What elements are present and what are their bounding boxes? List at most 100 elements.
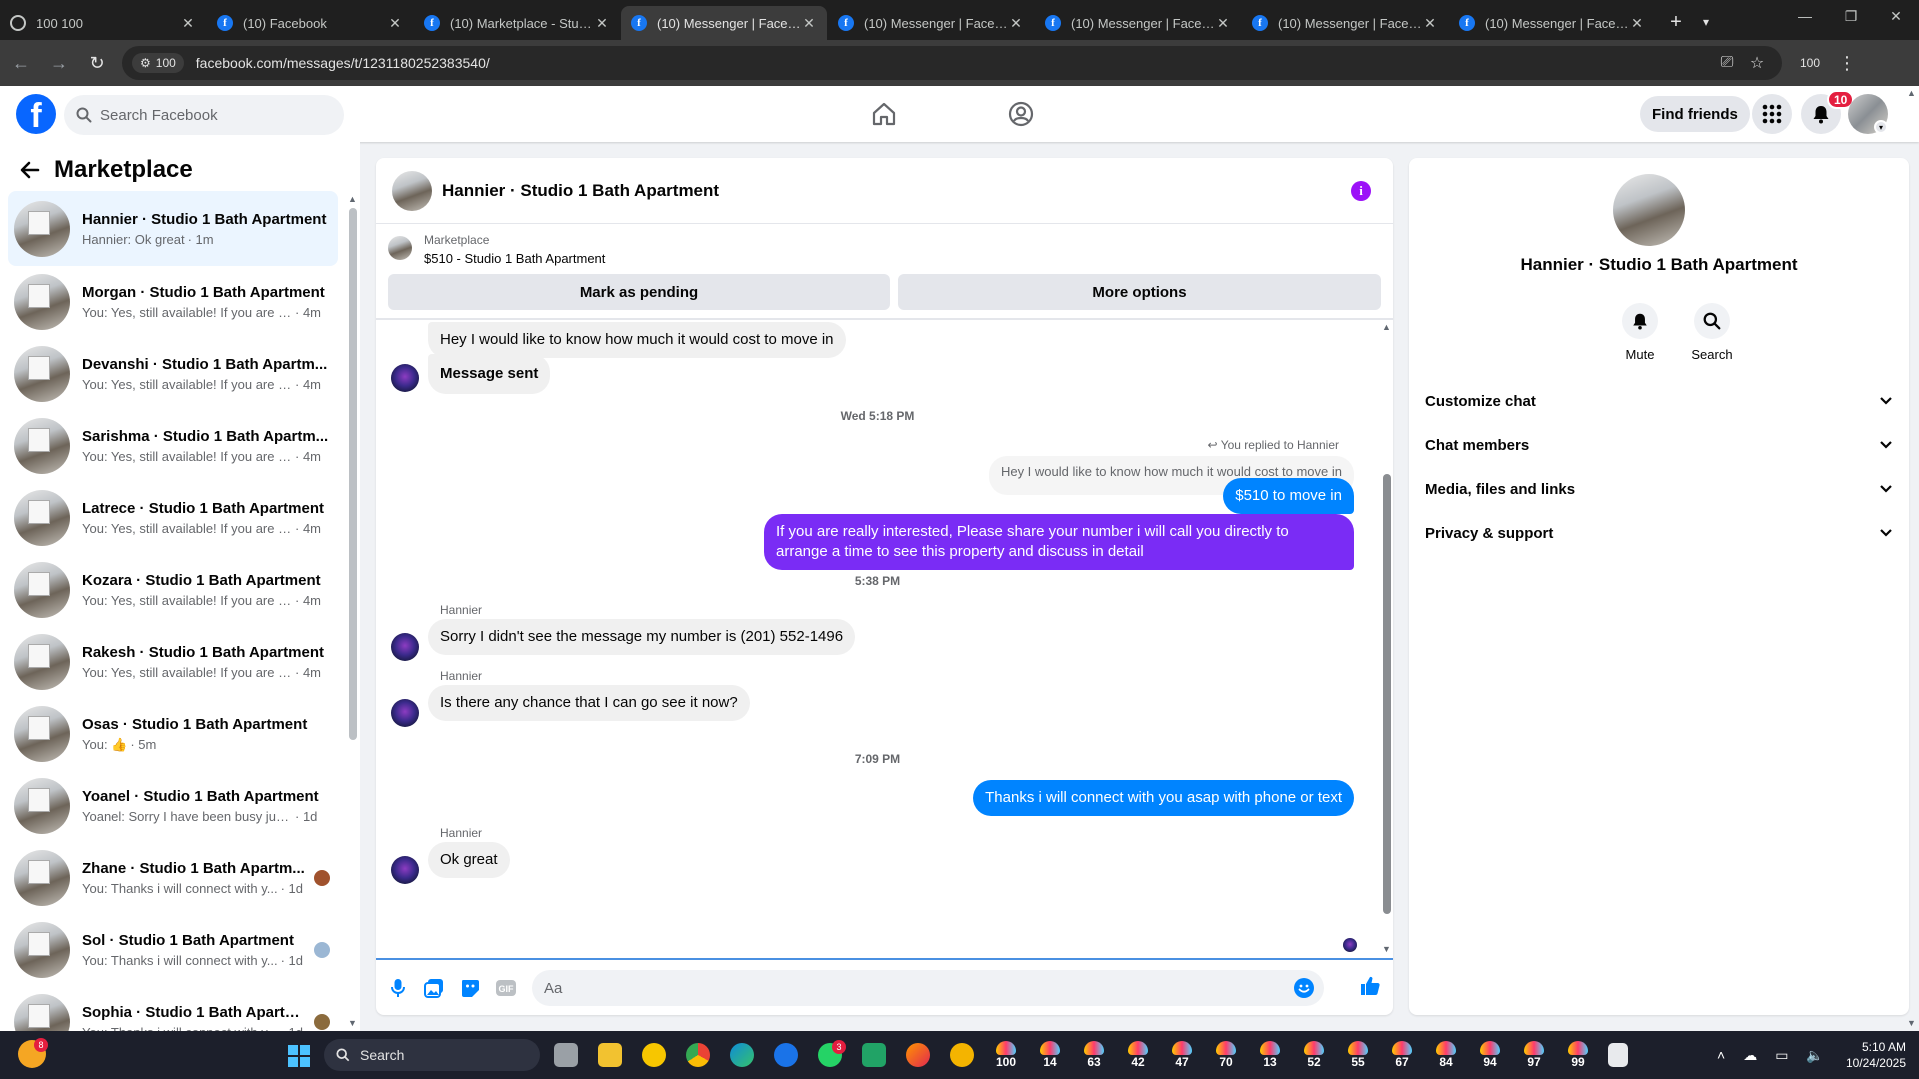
browser-tab[interactable]: 100 100 ✕: [0, 6, 206, 40]
search-input[interactable]: [100, 106, 320, 124]
app-icon[interactable]: [642, 1043, 666, 1067]
microphone-icon[interactable]: [386, 976, 410, 1000]
conversation-item[interactable]: Devanshi · Studio 1 Bath Apartm... You: Y…: [8, 338, 338, 410]
install-app-icon[interactable]: ⎚: [1712, 54, 1742, 72]
taskbar-search[interactable]: Search: [324, 1039, 540, 1071]
more-options-button[interactable]: More options: [898, 274, 1381, 310]
address-bar[interactable]: ⚙ 100 facebook.com/messages/t/12311802523…: [122, 46, 1782, 80]
conversation-item[interactable]: Osas · Studio 1 Bath Apartment You: 👍 · 5m: [8, 698, 338, 770]
firefox-icon[interactable]: [906, 1043, 930, 1067]
contact-avatar[interactable]: [391, 856, 419, 884]
minimize-icon[interactable]: —: [1782, 8, 1828, 24]
browser-tab-active[interactable]: f (10) Messenger | Facebook ✕: [621, 6, 827, 40]
menu-grid-icon[interactable]: [1752, 94, 1792, 134]
zoom-level[interactable]: 100: [1800, 56, 1820, 70]
media-files-links-section[interactable]: Media, files and links: [1425, 467, 1893, 511]
browser-menu-icon[interactable]: ⋮: [1838, 53, 1856, 74]
friends-icon[interactable]: [1003, 96, 1039, 132]
facebook-logo[interactable]: f: [16, 94, 56, 134]
browser-tab[interactable]: f (10) Marketplace - Studio ✕: [414, 6, 620, 40]
close-window-icon[interactable]: ✕: [1873, 8, 1919, 25]
bookmark-star-icon[interactable]: ☆: [1742, 53, 1772, 73]
edge-icon[interactable]: [730, 1043, 754, 1067]
taskbar-counter-icon[interactable]: 99: [1564, 1041, 1592, 1069]
conversation-item[interactable]: Yoanel · Studio 1 Bath Apartment Yoanel: …: [8, 770, 338, 842]
volume-icon[interactable]: 🔈: [1806, 1047, 1823, 1064]
taskbar-clock[interactable]: 5:10 AM 10/24/2025: [1832, 1039, 1906, 1071]
sidebar-scrollbar[interactable]: [349, 208, 357, 740]
browser-tab[interactable]: f (10) Messenger | Facebook ✕: [828, 6, 1034, 40]
chat-members-section[interactable]: Chat members: [1425, 423, 1893, 467]
scroll-down-arrow[interactable]: ▼: [348, 1018, 357, 1028]
chrome-icon[interactable]: [686, 1043, 710, 1067]
restore-icon[interactable]: ❐: [1828, 8, 1874, 25]
search-conversation-button[interactable]: Search: [1682, 303, 1742, 362]
close-icon[interactable]: ✕: [387, 15, 403, 32]
taskbar-counter-icon[interactable]: 63: [1080, 1041, 1108, 1069]
network-icon[interactable]: ▭: [1775, 1047, 1788, 1064]
close-icon[interactable]: ✕: [1215, 15, 1231, 32]
chat-title[interactable]: Hannier · Studio 1 Bath Apartment: [442, 181, 719, 201]
close-icon[interactable]: ✕: [1422, 15, 1438, 32]
taskbar-counter-icon[interactable]: 97: [1520, 1041, 1548, 1069]
contact-avatar[interactable]: [391, 699, 419, 727]
reload-button[interactable]: ↻: [80, 46, 114, 80]
page-scroll-up-arrow[interactable]: ▲: [1907, 88, 1916, 98]
conversation-item[interactable]: Sol · Studio 1 Bath Apartment You: Thanks…: [8, 914, 338, 986]
conversation-item[interactable]: Zhane · Studio 1 Bath Apartm... You: Than…: [8, 842, 338, 914]
message-bubble-outgoing[interactable]: If you are really interested, Please sha…: [764, 514, 1354, 570]
message-input[interactable]: [544, 979, 1244, 997]
listing-thumbnail[interactable]: [388, 236, 412, 260]
close-icon[interactable]: ✕: [180, 15, 196, 32]
facebook-search[interactable]: [64, 95, 344, 135]
cloud-icon[interactable]: ☁: [1743, 1047, 1757, 1064]
photo-icon[interactable]: [422, 976, 446, 1000]
conversation-item[interactable]: Kozara · Studio 1 Bath Apartment You: Yes…: [8, 554, 338, 626]
tab-search-button[interactable]: ▾: [1694, 8, 1718, 36]
taskbar-counter-icon[interactable]: 42: [1124, 1041, 1152, 1069]
contact-avatar[interactable]: [391, 633, 419, 661]
message-bubble-incoming[interactable]: Sorry I didn't see the message my number…: [428, 619, 856, 655]
spreadsheet-icon[interactable]: [862, 1043, 886, 1067]
browser-tab[interactable]: f (10) Facebook ✕: [207, 6, 413, 40]
message-bubble-outgoing[interactable]: $510 to move in: [1223, 478, 1354, 514]
conversation-item[interactable]: Morgan · Studio 1 Bath Apartment You: Yes…: [8, 266, 338, 338]
privacy-support-section[interactable]: Privacy & support: [1425, 511, 1893, 555]
forward-button[interactable]: →: [42, 46, 76, 80]
emoji-icon[interactable]: [1294, 978, 1314, 998]
new-tab-button[interactable]: +: [1662, 8, 1690, 36]
browser-tab[interactable]: f (10) Messenger | Facebook ✕: [1449, 6, 1655, 40]
site-info-button[interactable]: ⚙ 100: [132, 53, 184, 73]
back-button[interactable]: ←: [4, 46, 38, 80]
sticker-icon[interactable]: [458, 976, 482, 1000]
customize-chat-section[interactable]: Customize chat: [1425, 379, 1893, 423]
taskbar-counter-icon[interactable]: 14: [1036, 1041, 1064, 1069]
message-input-wrapper[interactable]: [532, 970, 1324, 1006]
gif-icon[interactable]: GIF: [494, 976, 518, 1000]
taskbar-counter-icon[interactable]: 84: [1432, 1041, 1460, 1069]
taskbar-counter-icon[interactable]: 70: [1212, 1041, 1240, 1069]
taskbar-counter-icon[interactable]: 52: [1300, 1041, 1328, 1069]
taskbar-counter-icon[interactable]: 100: [992, 1041, 1020, 1069]
browser-tab[interactable]: f (10) Messenger | Facebook ✕: [1242, 6, 1448, 40]
message-bubble-incoming[interactable]: Message sent: [428, 354, 551, 394]
message-bubble-incoming[interactable]: Is there any chance that I can go see it…: [428, 685, 750, 721]
task-view-icon[interactable]: [554, 1043, 578, 1067]
chat-scrollbar[interactable]: ▲ ▼: [1380, 322, 1393, 958]
file-explorer-icon[interactable]: [598, 1043, 622, 1067]
listing-title[interactable]: $510 - Studio 1 Bath Apartment: [424, 251, 605, 266]
close-icon[interactable]: ✕: [1629, 15, 1645, 32]
info-icon[interactable]: i: [1351, 181, 1371, 201]
close-icon[interactable]: ✕: [801, 15, 817, 32]
taskbar-counter-icon[interactable]: 47: [1168, 1041, 1196, 1069]
details-avatar[interactable]: [1613, 174, 1685, 246]
conversation-item[interactable]: Rakesh · Studio 1 Bath Apartment You: Yes…: [8, 626, 338, 698]
scroll-down-arrow[interactable]: ▼: [1382, 944, 1391, 954]
conversation-item[interactable]: Sophia · Studio 1 Bath Apartm...You: Tha…: [8, 986, 338, 1031]
page-scroll-down-arrow[interactable]: ▼: [1907, 1018, 1916, 1028]
taskbar-counter-icon[interactable]: 67: [1388, 1041, 1416, 1069]
scroll-up-arrow[interactable]: ▲: [348, 194, 357, 204]
taskbar-counter-icon[interactable]: 13: [1256, 1041, 1284, 1069]
message-bubble-incoming[interactable]: Ok great: [428, 842, 510, 878]
conversation-item[interactable]: Hannier · Studio 1 Bath Apartment Hannier…: [8, 191, 338, 266]
